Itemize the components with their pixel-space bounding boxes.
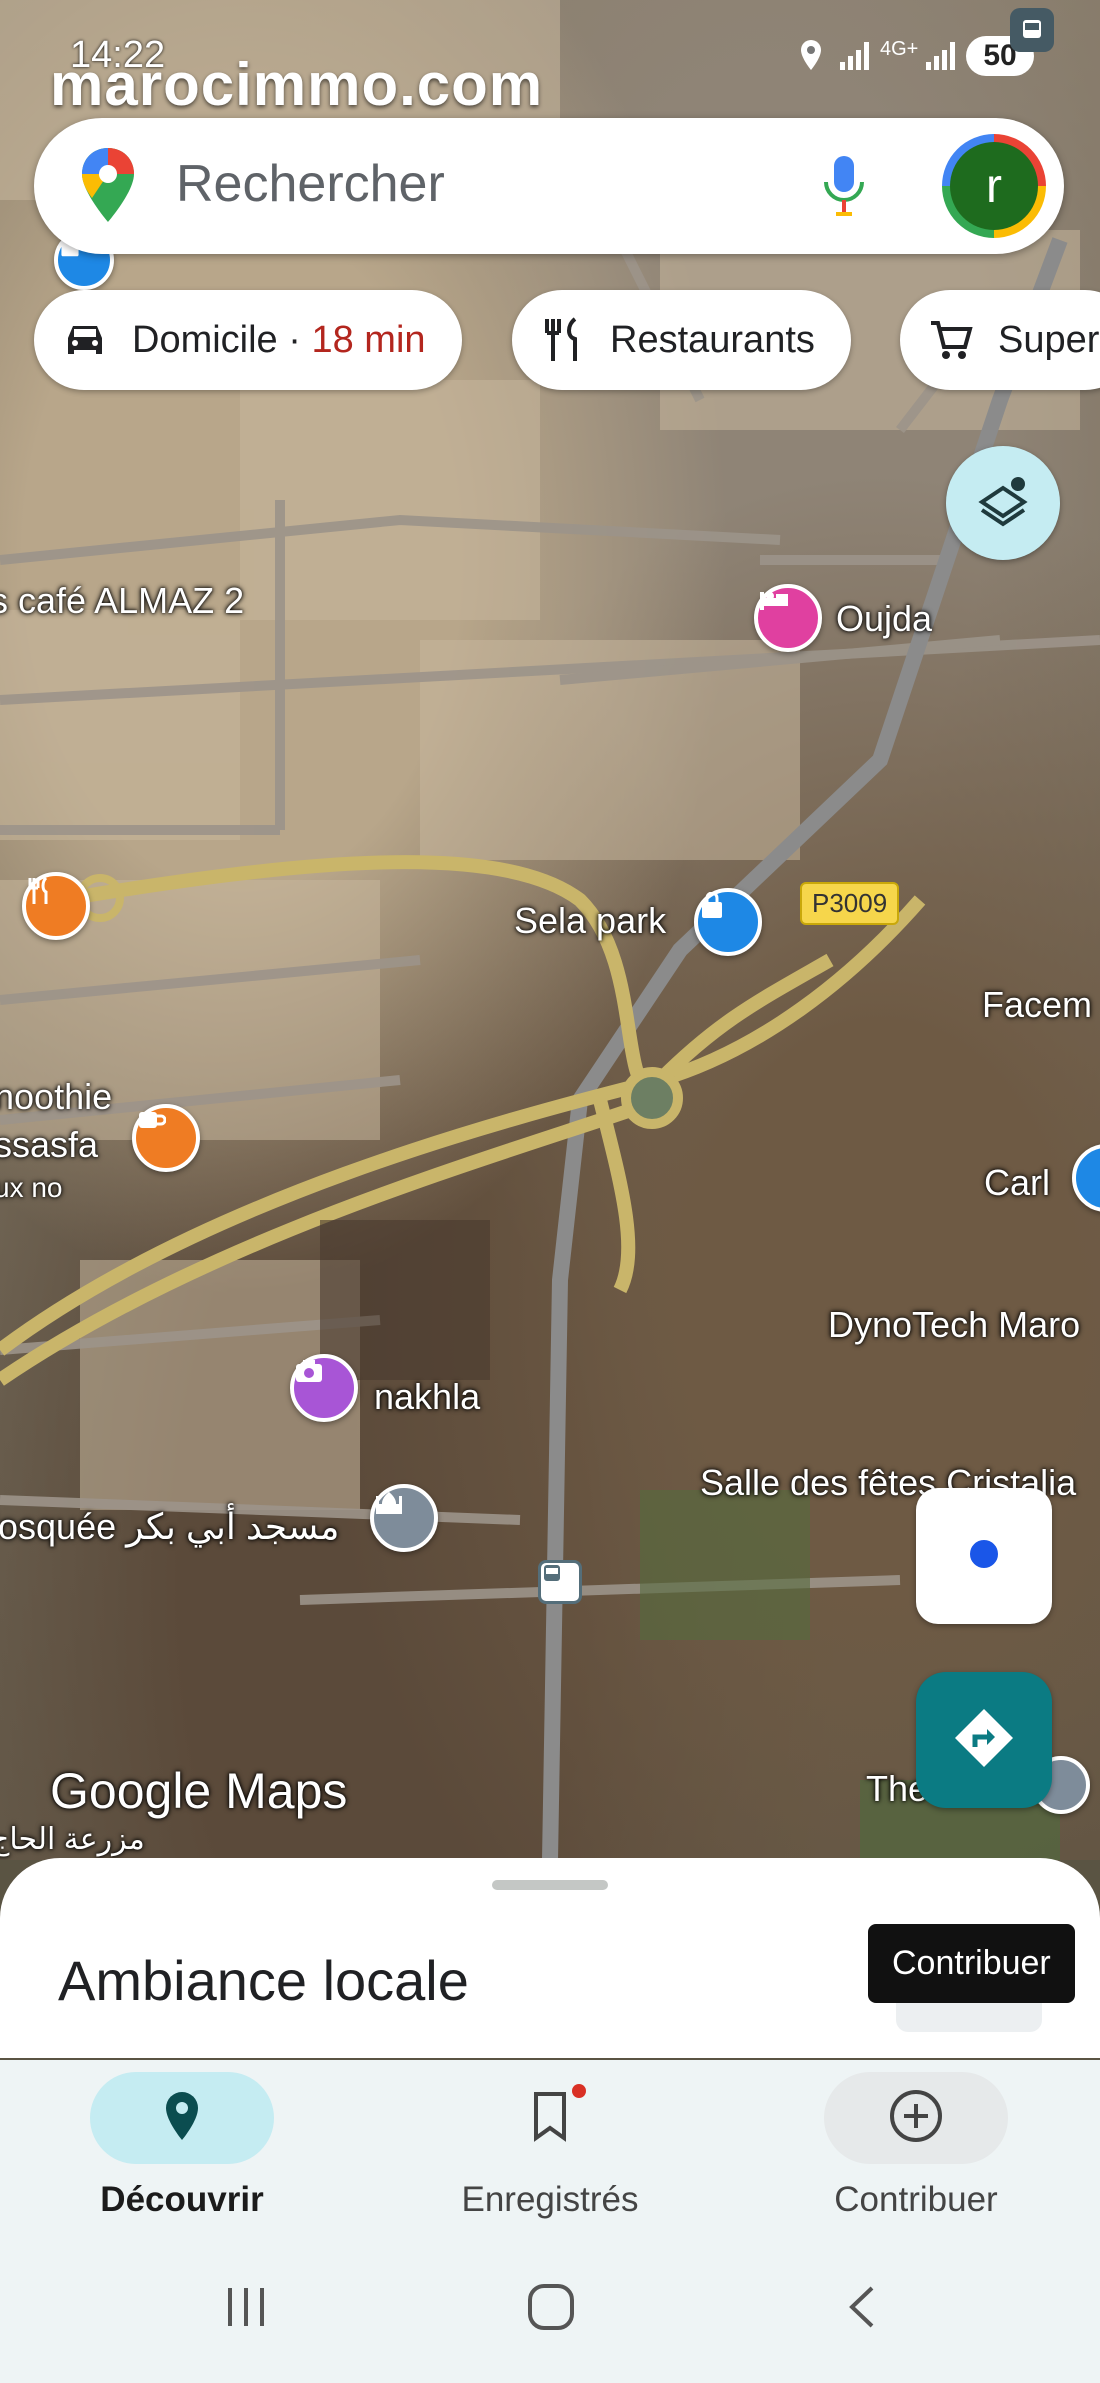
nav-item-enregistres[interactable]: Enregistrés [420, 2072, 680, 2220]
chip-label: Super [998, 318, 1100, 361]
fork-knife-icon [538, 315, 588, 365]
chip-restaurants[interactable]: Restaurants [512, 290, 851, 390]
avatar-letter: r [950, 142, 1038, 230]
home-button[interactable] [526, 2282, 576, 2337]
location-pin-icon [162, 2090, 202, 2147]
map-label-sela-park[interactable]: Sela park [514, 900, 666, 942]
road-badge: P3009 [800, 882, 900, 925]
map-label-ssasfa[interactable]: ssasfa [0, 1124, 98, 1166]
map-label-smoothie[interactable]: noothie [0, 1076, 112, 1118]
nav-label: Enregistrés [461, 2180, 639, 2219]
status-time: 14:22 [70, 34, 166, 76]
map-label-carl[interactable]: Carl [984, 1162, 1050, 1204]
nav-item-contribuer[interactable]: Contribuer [786, 2072, 1046, 2220]
map-label-dynotech[interactable]: DynoTech Maro [828, 1304, 1080, 1346]
bookmark-icon [530, 2090, 570, 2147]
map-label-facem[interactable]: Facem [982, 984, 1092, 1026]
recent-apps-button[interactable] [224, 2284, 270, 2335]
search-input[interactable]: Rechercher [176, 154, 445, 214]
chip-duration: 18 min [311, 318, 426, 361]
nav-label: Découvrir [100, 2180, 264, 2219]
system-navigation-bar [0, 2240, 1100, 2383]
map-label-farm: مزرعة الحاج [0, 1823, 145, 1856]
contribute-tooltip: Contribuer [868, 1924, 1075, 2003]
cart-icon [926, 315, 976, 365]
signal-icon [838, 40, 872, 77]
bus-stop-icon[interactable] [1010, 8, 1054, 52]
my-location-icon [964, 1534, 1004, 1579]
directions-button[interactable] [916, 1672, 1052, 1808]
bus-stop-icon[interactable] [538, 1560, 582, 1604]
avatar[interactable]: r [942, 134, 1046, 238]
directions-icon [951, 1705, 1017, 1776]
layers-button[interactable] [946, 446, 1060, 560]
add-circle-icon [888, 2088, 944, 2149]
restaurant-pin-icon[interactable] [22, 872, 90, 940]
mosque-pin-icon[interactable] [370, 1484, 438, 1552]
nav-label: Contribuer [834, 2180, 998, 2219]
google-maps-logo: Google Maps [50, 1763, 348, 1819]
nav-item-decouvrir[interactable]: Découvrir [52, 2072, 312, 2220]
maps-logo-icon [80, 146, 136, 229]
cafe-pin-icon[interactable] [132, 1104, 200, 1172]
microphone-icon[interactable] [822, 154, 866, 223]
map-label-nakhla[interactable]: nakhla [374, 1376, 480, 1418]
camera-pin-icon[interactable] [290, 1354, 358, 1422]
nav-indicator [458, 2072, 642, 2164]
chip-domicile[interactable]: Domicile · 18 min [34, 290, 462, 390]
map-label-oujda[interactable]: Oujda [836, 598, 932, 640]
notification-badge [572, 2084, 586, 2098]
map-label-uxno: ux no [0, 1172, 63, 1203]
map-label-mosque[interactable]: losquée مسجد أبي بكر [0, 1506, 339, 1548]
location-status-icon [798, 38, 824, 77]
sheet-handle[interactable] [492, 1880, 608, 1890]
network-type: 4G+ [880, 38, 919, 60]
shopping-pin-icon[interactable] [694, 888, 762, 956]
chip-label: Restaurants [610, 318, 815, 361]
sheet-title: Ambiance locale [58, 1949, 469, 2012]
nav-active-indicator [90, 2072, 274, 2164]
car-icon [60, 315, 110, 365]
back-button[interactable] [842, 2284, 882, 2335]
chip-label: Domicile [132, 318, 278, 361]
nav-indicator [824, 2072, 1008, 2164]
status-bar: marocimmo.com 14:22 4G+ 50 [0, 0, 1100, 118]
chip-separator: · [277, 318, 312, 361]
hotel-pin-icon[interactable] [754, 584, 822, 652]
signal-icon [924, 40, 958, 77]
search-bar[interactable]: Rechercher r [34, 118, 1064, 254]
my-location-button[interactable] [916, 1488, 1052, 1624]
bottom-navigation: Découvrir Enregistrés Contribuer [0, 2060, 1100, 2240]
chip-supermarkets[interactable]: Super [900, 290, 1100, 390]
layers-icon [976, 474, 1030, 533]
map-label-cafe[interactable]: s café ALMAZ 2 [0, 580, 244, 622]
